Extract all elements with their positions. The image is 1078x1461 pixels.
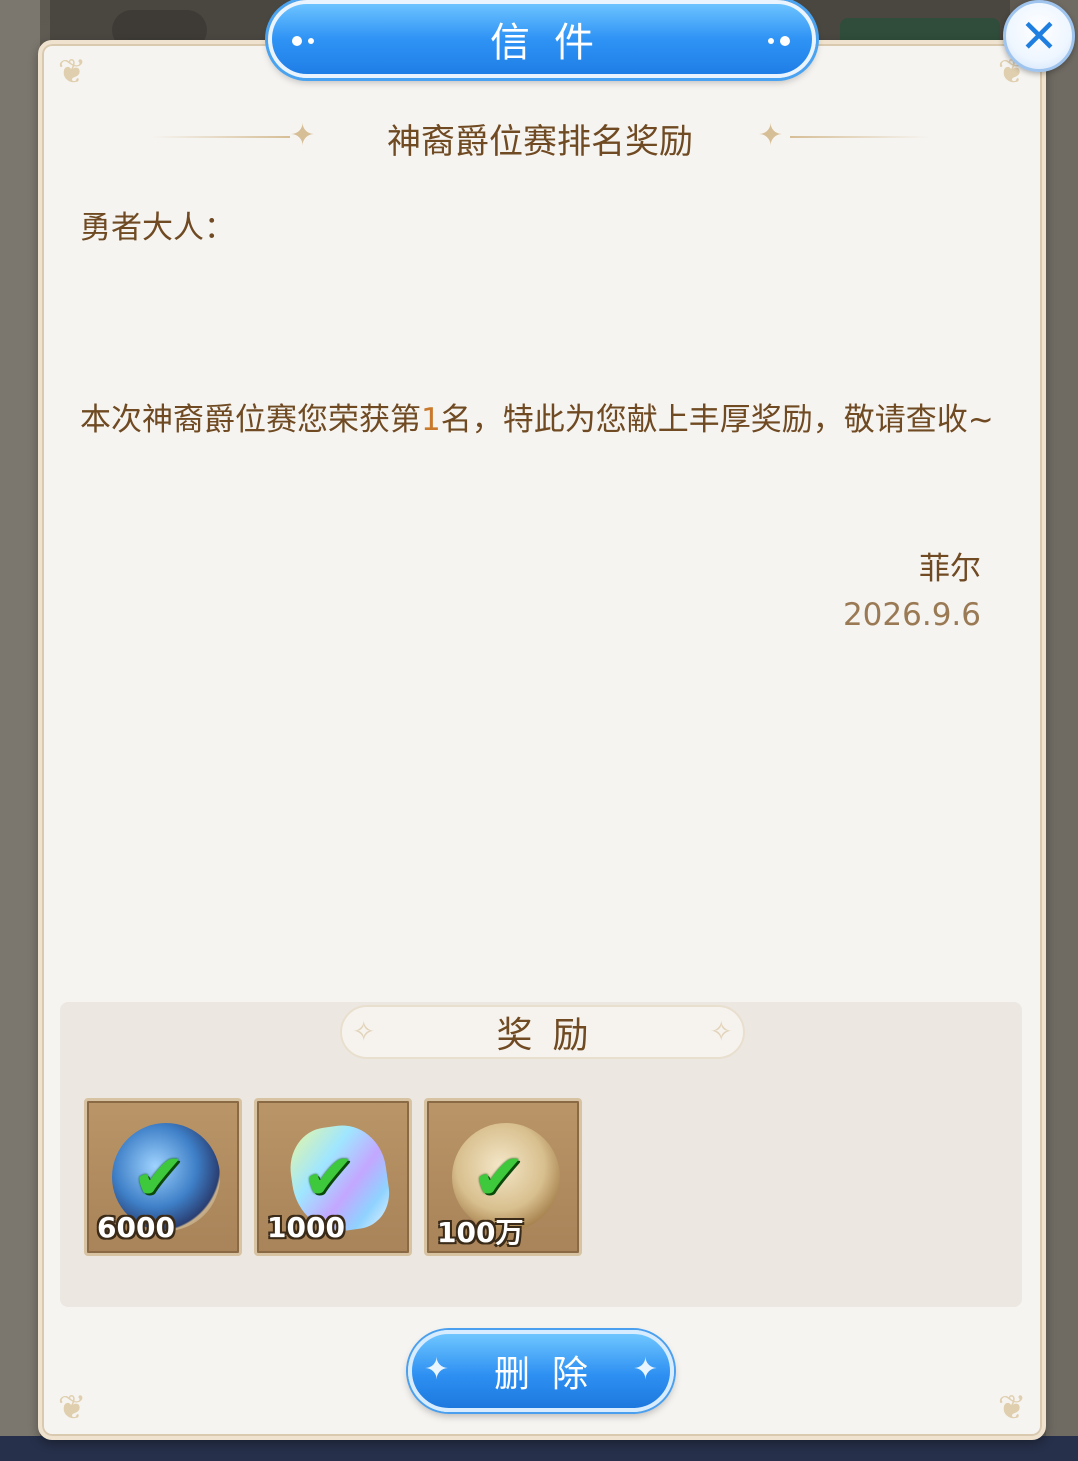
- corner-ornament-icon: ❦: [57, 52, 87, 92]
- heading-divider: [150, 136, 290, 138]
- reward-items: ✔ 6000 ✔ 1000 ✔ 100万: [84, 1098, 582, 1256]
- close-icon: ✕: [1019, 9, 1059, 63]
- sparkle-icon: ✦: [758, 118, 784, 153]
- mail-body: 本次神裔爵位赛您荣获第1名，特此为您献上丰厚奖励，敬请查收~: [80, 388, 1000, 452]
- item-quantity: 1000: [267, 1211, 345, 1244]
- reward-item-medal[interactable]: ✔ 6000: [84, 1098, 242, 1256]
- corner-ornament-icon: ❦: [57, 1388, 87, 1428]
- claimed-check-icon: ✔: [302, 1141, 356, 1215]
- mail-subject: 神裔爵位赛排名奖励: [387, 122, 693, 162]
- reward-label: 奖励: [496, 1015, 609, 1056]
- sparkle-icon: ✦: [632, 1352, 658, 1387]
- claimed-check-icon: ✔: [472, 1141, 526, 1215]
- rank-value: 1: [421, 402, 441, 438]
- delete-button[interactable]: ✦ 删除 ✦: [408, 1330, 674, 1412]
- corner-ornament-icon: ❦: [997, 1388, 1027, 1428]
- close-button[interactable]: ✕: [1003, 0, 1075, 72]
- reward-header: ✧ 奖励 ✧: [340, 1005, 745, 1059]
- background-left-edge: [0, 0, 40, 1461]
- claimed-check-icon: ✔: [132, 1141, 186, 1215]
- banner-dots-icon: [290, 34, 320, 48]
- mail-body-text: 名，特此为您献上丰厚奖励，敬请查收~: [440, 402, 994, 438]
- mail-signature: 菲尔: [919, 551, 981, 587]
- title-banner: 信件: [268, 0, 816, 78]
- window-title: 信件: [490, 20, 618, 66]
- banner-dots-icon: [764, 34, 794, 48]
- mail-greeting: 勇者大人：: [80, 210, 235, 246]
- mail-heading-row: ✦ 神裔爵位赛排名奖励 ✦: [0, 108, 1078, 168]
- reward-item-crystal[interactable]: ✔ 1000: [254, 1098, 412, 1256]
- sparkle-icon: ✦: [290, 118, 316, 153]
- reward-item-gold-coin[interactable]: ✔ 100万: [424, 1098, 582, 1256]
- ornament-icon: ✧: [709, 1015, 733, 1048]
- sparkle-icon: ✦: [424, 1352, 450, 1387]
- background-right-edge: [1046, 0, 1078, 1461]
- item-quantity: 100万: [437, 1216, 524, 1249]
- delete-button-label: 删除: [493, 1354, 610, 1395]
- mail-date: 2026.9.6: [842, 597, 981, 633]
- ornament-icon: ✧: [352, 1015, 376, 1048]
- mail-body-text: 本次神裔爵位赛您荣获第: [80, 402, 421, 438]
- item-quantity: 6000: [97, 1211, 175, 1244]
- heading-divider: [790, 136, 930, 138]
